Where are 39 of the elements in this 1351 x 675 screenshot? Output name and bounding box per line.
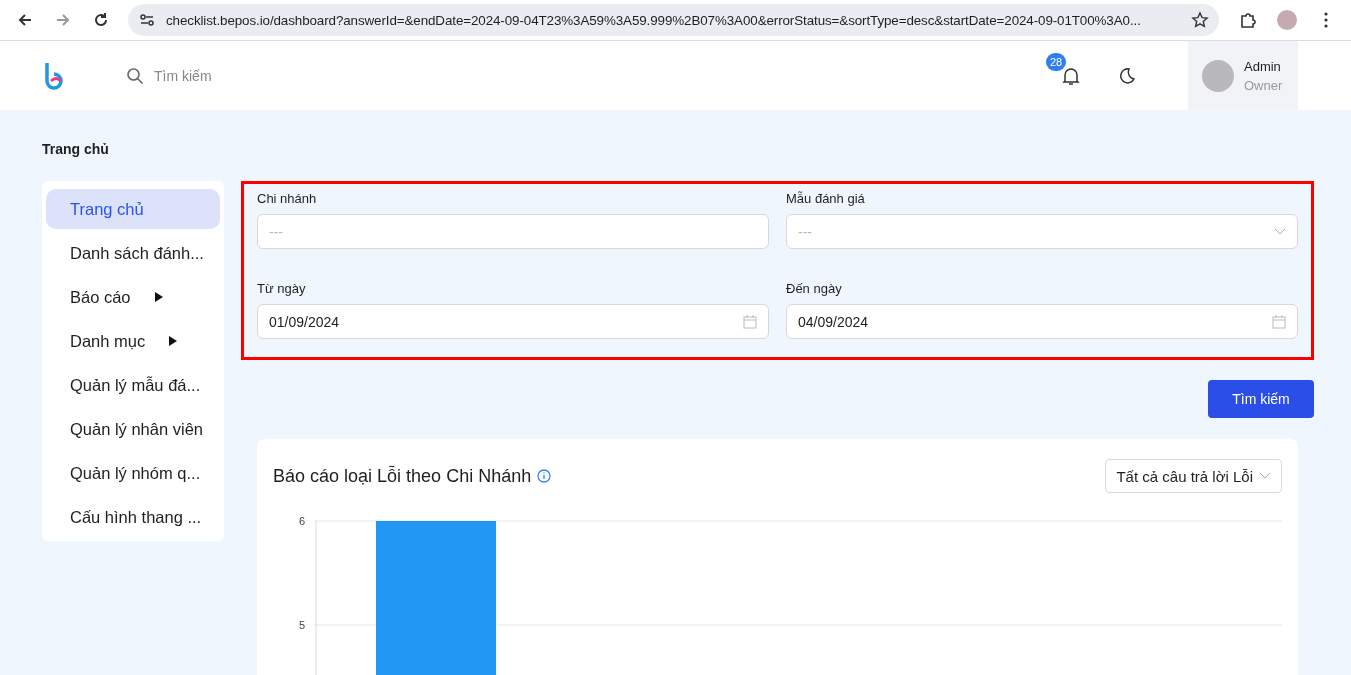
calendar-icon [1272, 314, 1286, 329]
chevron-icon [1259, 472, 1271, 480]
sidebar-item[interactable]: Quản lý nhóm q... [46, 453, 220, 493]
sidebar-item[interactable]: Danh sách đánh... [46, 233, 220, 273]
star-icon[interactable] [1191, 11, 1209, 29]
select-field[interactable]: --- [786, 214, 1298, 249]
date-field[interactable]: 01/09/2024 [257, 304, 769, 339]
breadcrumb: Trang chủ [42, 141, 109, 157]
search-button[interactable]: Tìm kiếm [1208, 380, 1314, 418]
notification-count: 28 [1046, 52, 1067, 71]
sidebar-item[interactable]: Báo cáo [46, 277, 220, 317]
sidebar-item[interactable]: Cấu hình thang ... [46, 497, 220, 537]
field-label: Đến ngày [786, 281, 842, 296]
user-role: Owner [1244, 77, 1283, 93]
field-label: Mẫu đánh giá [786, 191, 865, 206]
site-settings-icon[interactable] [138, 11, 156, 29]
search-icon [126, 66, 144, 85]
axis-label: 6 [298, 515, 305, 527]
sidebar-item[interactable]: Danh mục [46, 321, 220, 361]
field-label: Chi nhánh [257, 191, 317, 206]
info-icon[interactable] [537, 469, 552, 483]
chart-title: Báo cáo loại Lỗi theo Chi Nhánh [273, 465, 532, 487]
user-menu[interactable]: Admin Owner [1188, 41, 1298, 110]
avatar-circle [1202, 59, 1234, 92]
logo-icon[interactable] [44, 60, 66, 91]
answer-filter-select[interactable]: Tất cả câu trả lời Lỗi [1105, 459, 1282, 493]
calendar-icon [743, 314, 757, 329]
user-name: Admin [1244, 58, 1282, 74]
sidebar-item[interactable]: Quản lý mẫu đá... [46, 365, 220, 405]
puzzle-icon[interactable] [1239, 11, 1257, 29]
axis-label: 5 [298, 619, 305, 631]
chevron-icon [1274, 227, 1286, 236]
sidebar-item[interactable]: Trang chủ [46, 189, 220, 229]
date-field[interactable]: 04/09/2024 [786, 304, 1298, 339]
sidebar-item[interactable]: Quản lý nhân viên [46, 409, 220, 449]
address-bar[interactable]: checklist.bepos.io/dashboard?answerId=&endDate=2024-09-04T23%3A59%3A59.999%2B07%3A00&errorStatus=&sortType=desc&startDate=2024-09-01T00%3A0... [128, 4, 1219, 36]
reload-icon[interactable] [92, 11, 110, 29]
input-field[interactable]: --- [257, 214, 769, 249]
field-label: Từ ngày [257, 281, 306, 296]
